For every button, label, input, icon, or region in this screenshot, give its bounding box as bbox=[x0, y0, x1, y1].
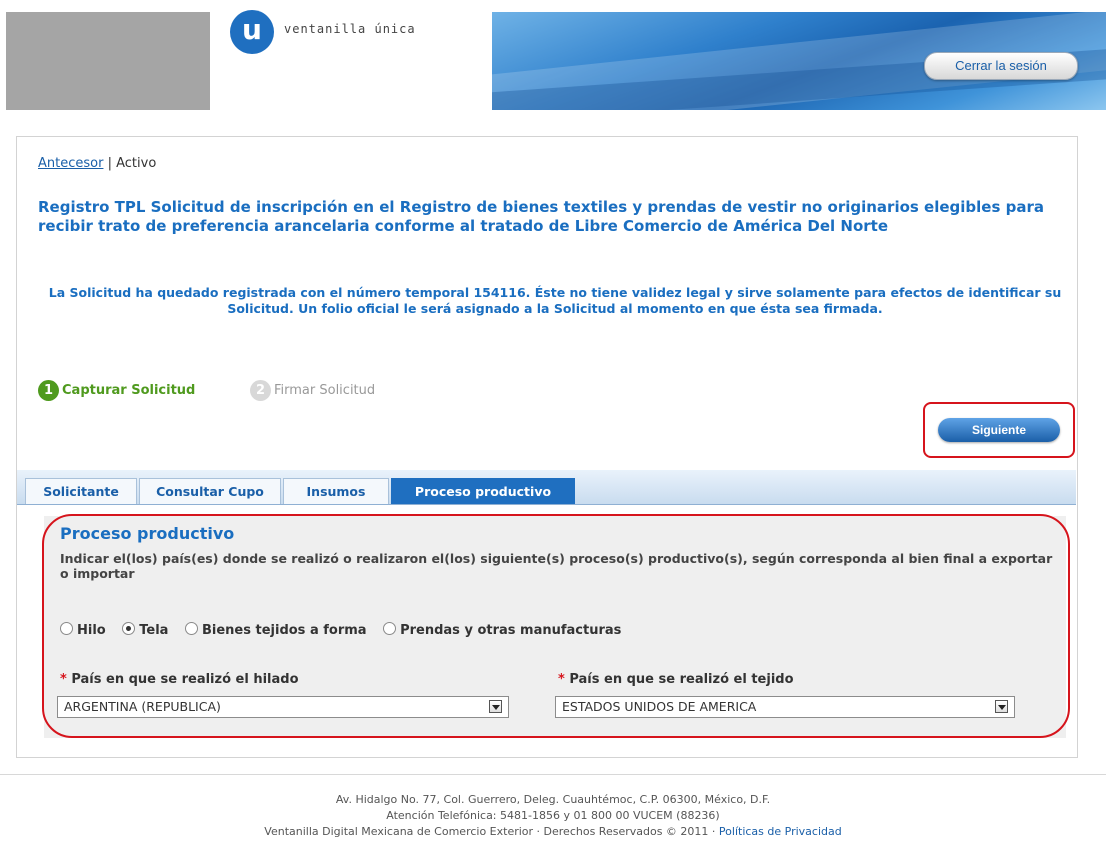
footer-rights: Ventanilla Digital Mexicana de Comercio … bbox=[264, 825, 716, 838]
radio-circle-icon bbox=[60, 622, 73, 635]
footer-rights-line: Ventanilla Digital Mexicana de Comercio … bbox=[0, 824, 1106, 840]
step-label-capturar: Capturar Solicitud bbox=[62, 383, 196, 398]
page-title: Registro TPL Solicitud de inscripción en… bbox=[38, 198, 1044, 235]
footer: Av. Hidalgo No. 77, Col. Guerrero, Deleg… bbox=[0, 792, 1106, 840]
field-label-text: País en que se realizó el hilado bbox=[71, 672, 299, 687]
step-label-firmar: Firmar Solicitud bbox=[274, 383, 376, 398]
field-label-text: País en que se realizó el tejido bbox=[569, 672, 794, 687]
radio-label: Prendas y otras manufacturas bbox=[400, 623, 622, 638]
footer-divider bbox=[0, 774, 1106, 775]
hilado-country-label: * País en que se realizó el hilado bbox=[60, 672, 299, 687]
radio-circle-icon bbox=[383, 622, 397, 635]
breadcrumb: Antecesor | Activo bbox=[38, 156, 156, 171]
logout-button[interactable]: Cerrar la sesión bbox=[924, 52, 1078, 80]
radio-hilo[interactable]: Hilo bbox=[60, 622, 106, 638]
dropdown-arrow-icon[interactable] bbox=[995, 700, 1008, 713]
tab-insumos[interactable]: Insumos bbox=[283, 478, 389, 504]
tejido-country-label: * País en que se realizó el tejido bbox=[558, 672, 794, 687]
select-value: ESTADOS UNIDOS DE AMERICA bbox=[562, 699, 757, 714]
radio-label: Tela bbox=[139, 623, 169, 638]
radio-bienes-tejidos[interactable]: Bienes tejidos a forma bbox=[184, 622, 367, 638]
tab-proceso-productivo[interactable]: Proceso productivo bbox=[391, 478, 575, 504]
tab-bar: Solicitante Consultar Cupo Insumos Proce… bbox=[17, 470, 1076, 505]
header-gray-block bbox=[6, 12, 210, 110]
step-number-1: 1 bbox=[38, 380, 59, 401]
required-mark: * bbox=[558, 672, 565, 687]
brand-name: ventanilla única bbox=[284, 22, 416, 36]
tejido-country-select[interactable]: ESTADOS UNIDOS DE AMERICA bbox=[555, 696, 1015, 718]
tab-consultar-cupo[interactable]: Consultar Cupo bbox=[139, 478, 281, 504]
dropdown-arrow-icon[interactable] bbox=[489, 700, 502, 713]
next-button[interactable]: Siguiente bbox=[938, 418, 1060, 442]
footer-address: Av. Hidalgo No. 77, Col. Guerrero, Deleg… bbox=[335, 793, 771, 806]
breadcrumb-link-antecesor[interactable]: Antecesor bbox=[38, 156, 103, 171]
tab-solicitante[interactable]: Solicitante bbox=[25, 478, 137, 504]
step-capturar: 1 Capturar Solicitud bbox=[38, 380, 195, 401]
radio-label: Hilo bbox=[77, 623, 106, 638]
breadcrumb-separator: | bbox=[107, 156, 112, 171]
radio-checked-icon bbox=[122, 622, 136, 635]
radio-circle-icon bbox=[184, 622, 198, 635]
select-value: ARGENTINA (REPUBLICA) bbox=[64, 699, 221, 714]
step-number-2: 2 bbox=[250, 380, 271, 401]
ventanilla-logo-icon: u bbox=[230, 10, 274, 54]
step-firmar: 2 Firmar Solicitud bbox=[250, 380, 375, 401]
required-mark: * bbox=[60, 672, 67, 687]
section-description: Indicar el(los) país(es) donde se realiz… bbox=[60, 551, 1053, 581]
radio-prendas[interactable]: Prendas y otras manufacturas bbox=[383, 622, 621, 638]
breadcrumb-current: Activo bbox=[116, 156, 157, 171]
footer-phone: Atención Telefónica: 5481-1856 y 01 800 … bbox=[386, 809, 720, 822]
privacy-policy-link[interactable]: Políticas de Privacidad bbox=[719, 825, 842, 838]
process-radio-group: Hilo Tela Bienes tejidos a forma Prendas… bbox=[60, 622, 633, 638]
registration-notice: La Solicitud ha quedado registrada con e… bbox=[48, 285, 1062, 316]
section-title: Proceso productivo bbox=[60, 524, 235, 543]
radio-tela[interactable]: Tela bbox=[122, 622, 168, 638]
radio-label: Bienes tejidos a forma bbox=[201, 623, 367, 638]
hilado-country-select[interactable]: ARGENTINA (REPUBLICA) bbox=[57, 696, 509, 718]
